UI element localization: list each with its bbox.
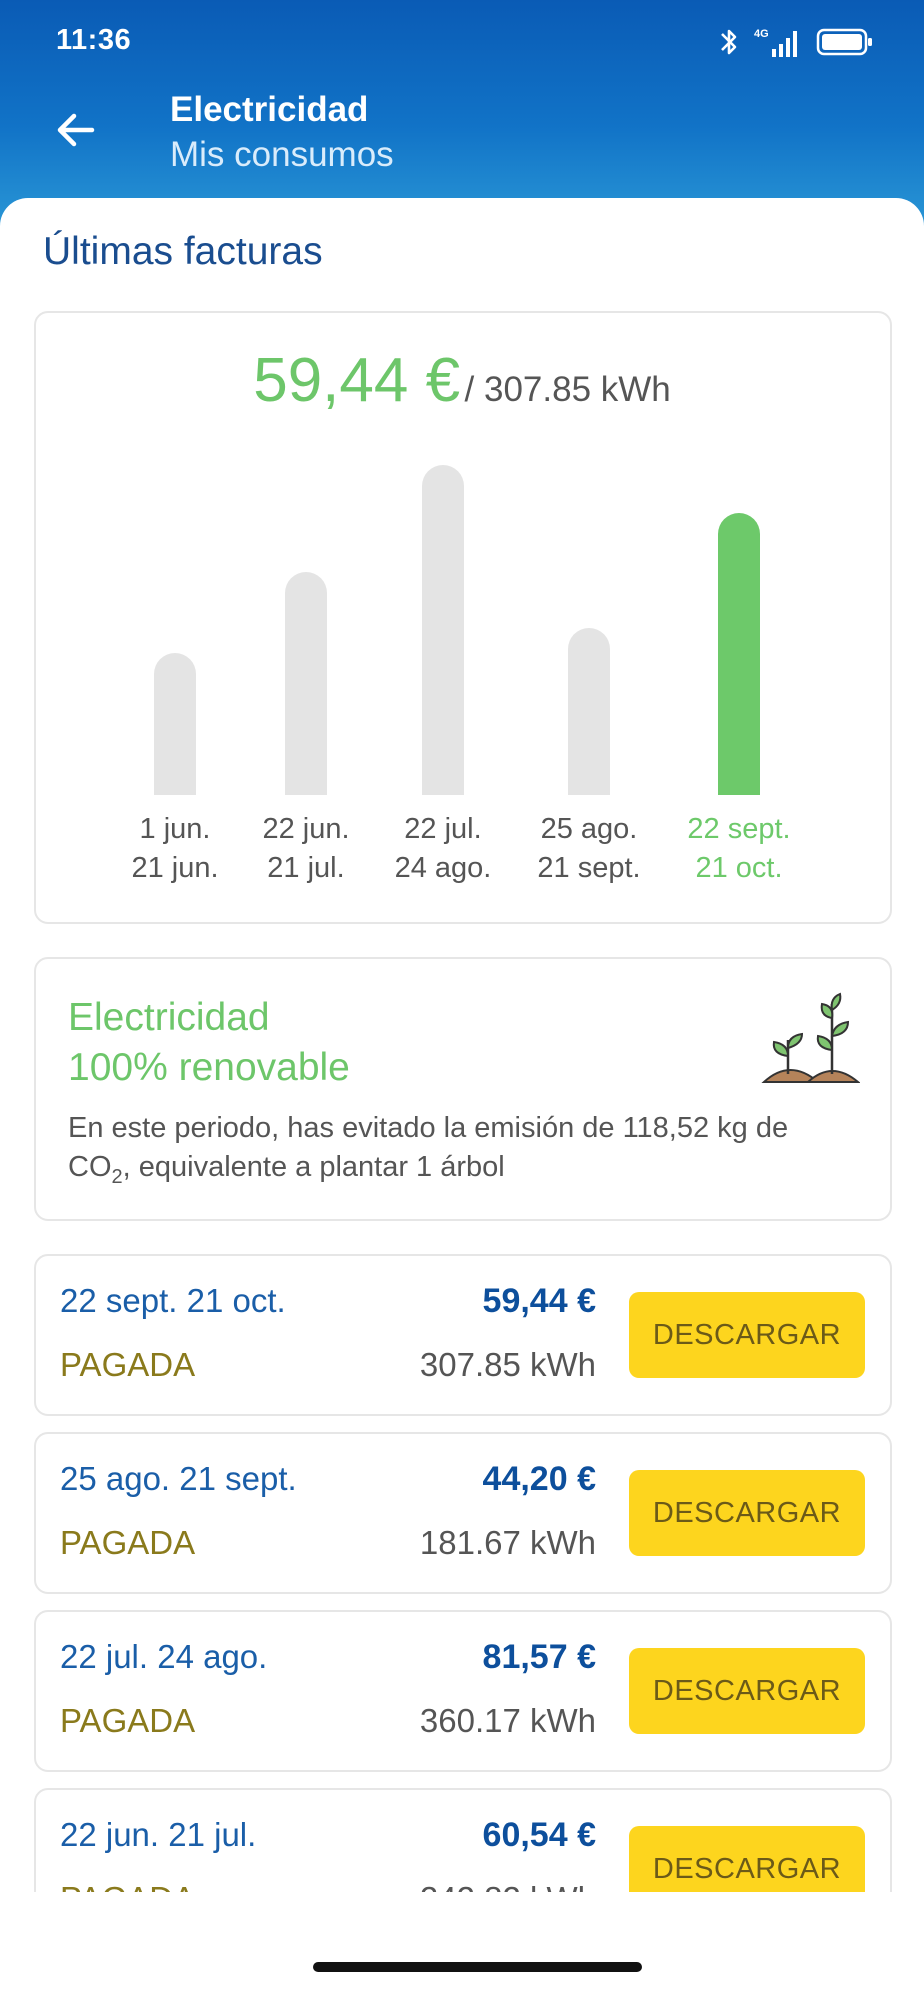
bill-amount: 44,20 € (482, 1460, 596, 1498)
status-time: 11:36 (56, 24, 132, 56)
total-amount: 59,44 € (253, 346, 461, 415)
section-title: Últimas facturas (43, 230, 323, 273)
bill-kwh: 307.85 kWh (419, 1346, 596, 1383)
bill-kwh: 360.17 kWh (419, 1702, 596, 1739)
chart-label-line2: 24 ago. (394, 852, 492, 884)
chart-label-line2: 21 oct. (695, 852, 783, 884)
chart-label-line2: 21 sept. (537, 852, 641, 884)
chart-bar[interactable] (285, 572, 327, 795)
signal-4g-icon: 4G (754, 28, 797, 57)
battery-icon (816, 28, 872, 56)
chart-label-line1: 22 jul. (404, 813, 482, 845)
eco-title-line2: 100% renovable (68, 1046, 350, 1089)
chart-period-label[interactable]: 22 jul. 24 ago. (358, 810, 528, 888)
bill-period: 25 ago. 21 sept. (60, 1460, 297, 1497)
bill-period: 22 sept. 21 oct. (60, 1282, 286, 1319)
chart-bar[interactable] (718, 513, 760, 795)
bill-period: 22 jul. 24 ago. (60, 1638, 268, 1675)
bill-status: PAGADA (60, 1702, 196, 1739)
header-subtitle: Mis consumos (170, 135, 394, 174)
bill-amount: 59,44 € (482, 1282, 596, 1320)
bluetooth-icon (721, 29, 737, 55)
bill-status: PAGADA (60, 1524, 196, 1561)
download-button[interactable]: DESCARGAR (629, 1648, 865, 1734)
bill-amount: 81,57 € (482, 1638, 596, 1676)
status-icons: 4G (718, 24, 874, 60)
eco-title-line1: Electricidad (68, 996, 270, 1039)
total-kwh: / 307.85 kWh (464, 370, 671, 409)
home-indicator[interactable] (313, 1962, 642, 1972)
chart-label-line1: 25 ago. (540, 813, 638, 845)
download-button[interactable]: DESCARGAR (629, 1292, 865, 1378)
chart-bar[interactable] (568, 628, 610, 795)
network-label: 4G (754, 28, 769, 40)
back-arrow-icon[interactable] (50, 105, 100, 155)
chart-period-label[interactable]: 22 sept. 21 oct. (654, 810, 824, 888)
eco-text-after: , equivalente a plantar 1 árbol (122, 1151, 505, 1183)
download-button[interactable]: DESCARGAR (629, 1470, 865, 1556)
header-title: Electricidad (170, 90, 369, 129)
chart-period-label[interactable]: 25 ago. 21 sept. (504, 810, 674, 888)
system-nav-bar (0, 1892, 924, 2000)
chart-bar[interactable] (154, 653, 196, 795)
bill-period: 22 jun. 21 jul. (60, 1816, 257, 1853)
bill-amount: 60,54 € (482, 1816, 596, 1854)
bill-kwh: 181.67 kWh (419, 1524, 596, 1561)
bill-status: PAGADA (60, 1346, 196, 1383)
total-summary: 59,44 € / 307.85 kWh (0, 345, 924, 416)
chart-label-line1: 22 sept. (687, 813, 791, 845)
co2-subscript: 2 (111, 1165, 123, 1188)
chart-bar[interactable] (422, 465, 464, 795)
plants-icon (761, 992, 860, 1083)
eco-title: Electricidad 100% renovable (68, 993, 350, 1093)
eco-description: En este periodo, has evitado la emisión … (68, 1109, 858, 1197)
